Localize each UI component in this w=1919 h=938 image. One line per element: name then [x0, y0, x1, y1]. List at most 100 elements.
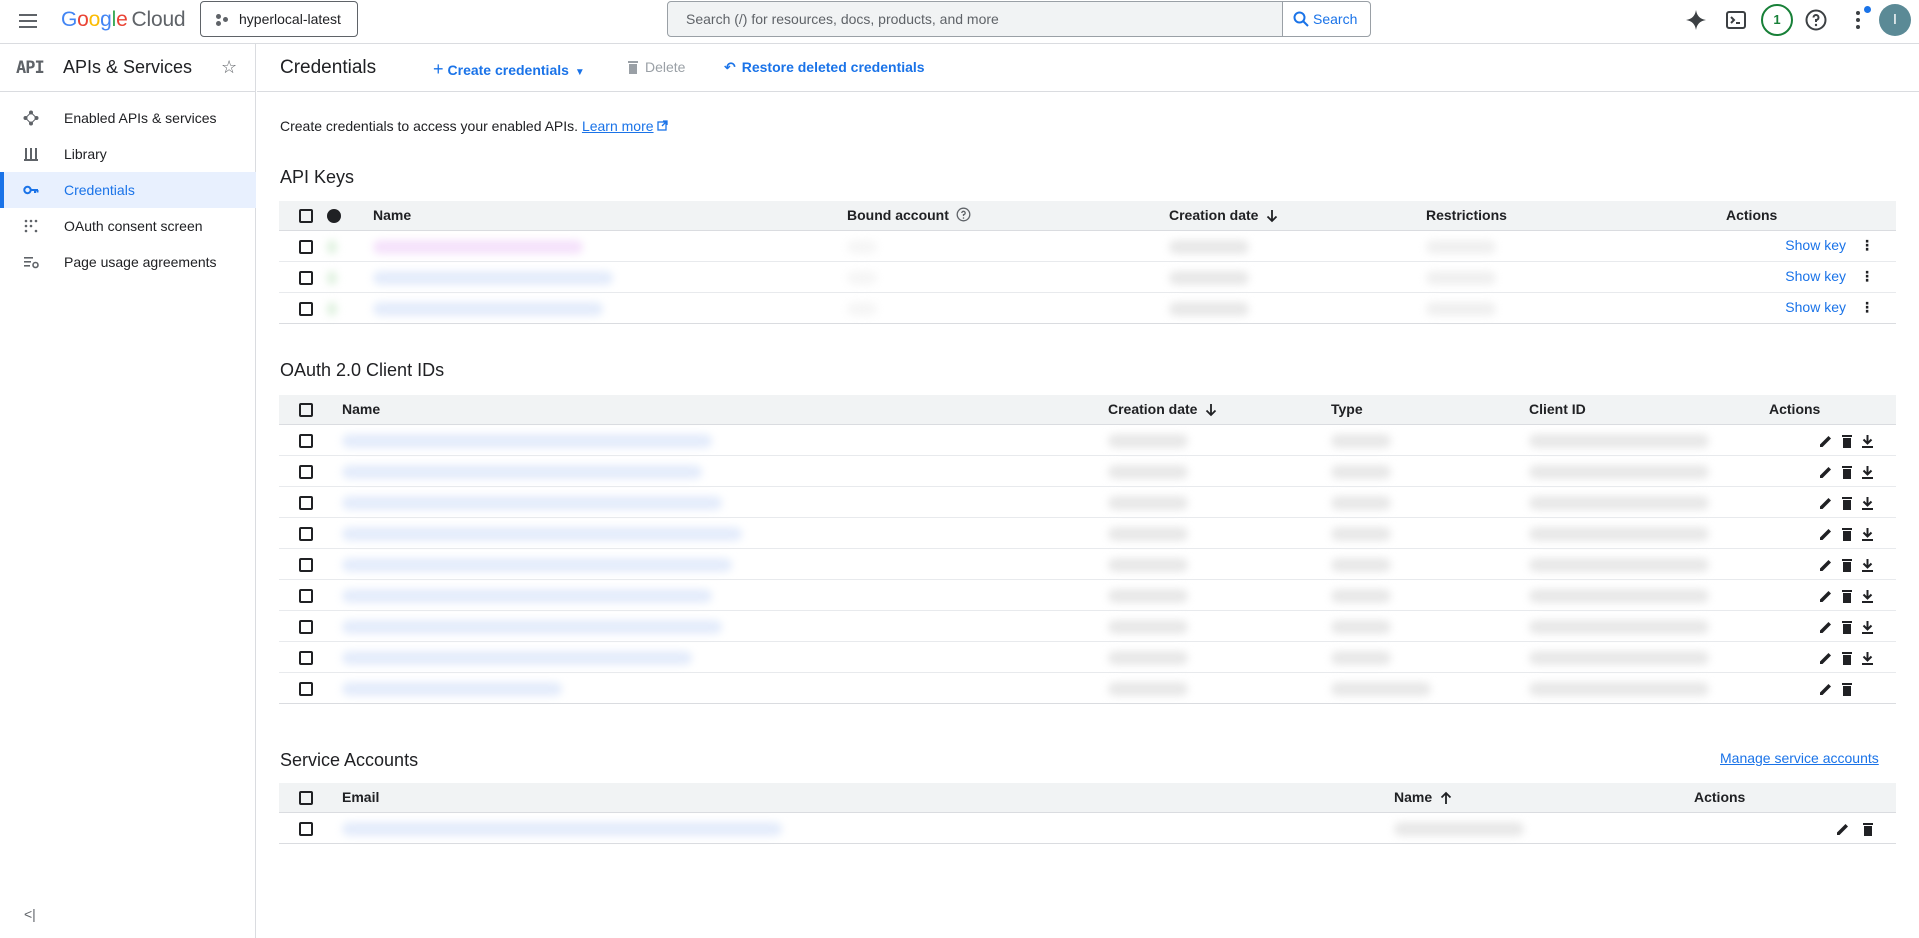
select-all-checkbox[interactable] [299, 403, 313, 418]
row-checkbox[interactable] [299, 526, 313, 541]
download-icon[interactable] [1861, 620, 1874, 634]
delete-trash-icon[interactable] [1841, 620, 1853, 634]
row-checkbox[interactable] [299, 619, 313, 634]
row-checkbox[interactable] [299, 650, 313, 665]
download-icon[interactable] [1861, 651, 1874, 665]
edit-pencil-icon[interactable] [1819, 465, 1833, 479]
delete-button[interactable]: Delete [627, 59, 685, 75]
edit-pencil-icon[interactable] [1819, 682, 1833, 696]
col-name[interactable]: Name [342, 395, 1108, 425]
key-name-redacted[interactable] [373, 270, 613, 285]
show-key-button[interactable]: Show key [1785, 268, 1846, 284]
client-name-redacted[interactable] [342, 495, 722, 510]
col-name[interactable]: Name [373, 201, 847, 231]
row-checkbox[interactable] [299, 464, 313, 479]
download-icon[interactable] [1861, 465, 1874, 479]
help-icon[interactable] [1804, 8, 1828, 32]
client-name-redacted[interactable] [342, 588, 712, 603]
notification-count-badge[interactable]: 1 [1761, 4, 1793, 36]
email-redacted[interactable] [342, 821, 782, 836]
star-icon[interactable]: ☆ [221, 57, 237, 78]
cloud-shell-terminal-icon[interactable] [1724, 8, 1748, 32]
row-more-icon[interactable]: ⋮ [1860, 268, 1874, 285]
sidebar-item-enabled-apis[interactable]: Enabled APIs & services [0, 100, 256, 136]
row-checkbox[interactable] [299, 681, 313, 696]
create-credentials-label: Create credentials [447, 62, 569, 78]
delete-trash-icon[interactable] [1841, 682, 1853, 696]
download-icon[interactable] [1861, 496, 1874, 510]
table-header-row: Name Bound account Creation date Restric… [279, 201, 1896, 231]
delete-trash-icon[interactable] [1841, 434, 1853, 448]
row-checkbox[interactable] [299, 239, 313, 254]
edit-pencil-icon[interactable] [1819, 527, 1833, 541]
collapse-sidebar-icon[interactable]: <| [24, 906, 36, 922]
row-more-icon[interactable]: ⋮ [1860, 237, 1874, 254]
search-button[interactable]: Search [1282, 2, 1370, 36]
page-title: Credentials [280, 57, 377, 78]
delete-trash-icon[interactable] [1841, 465, 1853, 479]
google-cloud-logo[interactable]: Google Cloud [61, 8, 186, 32]
sidebar-item-page-usage[interactable]: Page usage agreements [0, 244, 256, 280]
delete-trash-icon[interactable] [1841, 558, 1853, 572]
download-icon[interactable] [1861, 527, 1874, 541]
edit-pencil-icon[interactable] [1819, 651, 1833, 665]
client-id-redacted [1529, 588, 1709, 603]
sidebar-item-credentials[interactable]: Credentials [0, 172, 256, 208]
learn-more-link[interactable]: Learn more [582, 118, 654, 134]
delete-trash-icon[interactable] [1841, 527, 1853, 541]
key-name-redacted[interactable] [373, 301, 603, 316]
sidebar-item-oauth-consent[interactable]: OAuth consent screen [0, 208, 256, 244]
row-checkbox[interactable] [299, 270, 313, 285]
edit-pencil-icon[interactable] [1819, 620, 1833, 634]
brand-google: Google [61, 8, 128, 31]
download-icon[interactable] [1861, 589, 1874, 603]
select-all-checkbox[interactable] [299, 791, 313, 806]
client-name-redacted[interactable] [342, 557, 732, 572]
account-avatar[interactable]: I [1879, 4, 1911, 36]
client-name-redacted[interactable] [342, 433, 712, 448]
select-all-checkbox[interactable] [299, 209, 313, 224]
type-redacted [1331, 681, 1431, 696]
key-name-redacted[interactable] [373, 239, 583, 254]
row-checkbox[interactable] [299, 495, 313, 510]
row-checkbox[interactable] [299, 301, 313, 316]
delete-trash-icon[interactable] [1841, 651, 1853, 665]
client-name-redacted[interactable] [342, 650, 692, 665]
edit-pencil-icon[interactable] [1819, 434, 1833, 448]
client-name-redacted[interactable] [342, 464, 702, 479]
restore-deleted-button[interactable]: ↶ Restore deleted credentials [724, 59, 925, 76]
row-checkbox[interactable] [299, 588, 313, 603]
client-id-redacted [1529, 526, 1709, 541]
download-icon[interactable] [1861, 434, 1874, 448]
delete-trash-icon[interactable] [1841, 496, 1853, 510]
edit-pencil-icon[interactable] [1819, 589, 1833, 603]
sidebar-item-library[interactable]: Library [0, 136, 256, 172]
row-checkbox[interactable] [299, 557, 313, 572]
show-key-button[interactable]: Show key [1785, 299, 1846, 315]
project-picker[interactable]: hyperlocal-latest [200, 1, 358, 37]
edit-pencil-icon[interactable] [1819, 496, 1833, 510]
account-name-redacted [1394, 821, 1524, 836]
create-credentials-button[interactable]: + Create credentials ▼ [433, 59, 585, 80]
api-keys-rows: Show key ⋮ Show key ⋮ Show key ⋮ [279, 230, 1896, 324]
col-email[interactable]: Email [342, 783, 1394, 813]
delete-trash-icon[interactable] [1841, 589, 1853, 603]
bound-account-redacted [847, 270, 877, 285]
row-checkbox[interactable] [299, 821, 313, 836]
table-row [279, 610, 1896, 642]
row-checkbox[interactable] [299, 433, 313, 448]
client-name-redacted[interactable] [342, 619, 722, 634]
edit-pencil-icon[interactable] [1836, 822, 1850, 836]
delete-trash-icon[interactable] [1862, 822, 1874, 836]
show-key-button[interactable]: Show key [1785, 237, 1846, 253]
manage-service-accounts-link[interactable]: Manage service accounts [1720, 750, 1879, 766]
help-circle-icon[interactable] [956, 207, 971, 222]
edit-pencil-icon[interactable] [1819, 558, 1833, 572]
main-menu-icon[interactable] [16, 10, 40, 34]
search-input[interactable] [668, 2, 1282, 36]
client-name-redacted[interactable] [342, 681, 562, 696]
download-icon[interactable] [1861, 558, 1874, 572]
client-name-redacted[interactable] [342, 526, 742, 541]
row-more-icon[interactable]: ⋮ [1860, 299, 1874, 316]
gemini-sparkle-icon[interactable] [1684, 8, 1708, 32]
